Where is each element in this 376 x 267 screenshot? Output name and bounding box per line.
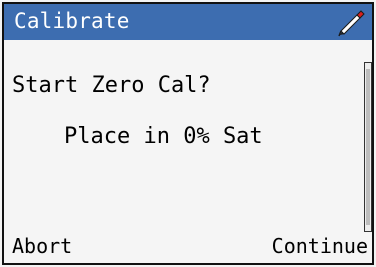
window-title: Calibrate bbox=[14, 9, 130, 33]
scrollbar-thumb[interactable] bbox=[366, 69, 370, 225]
pencil-icon[interactable] bbox=[336, 7, 366, 37]
scrollbar[interactable] bbox=[364, 62, 372, 232]
calibrate-window: Calibrate Start Zero Cal? Place in 0% Sa… bbox=[2, 2, 374, 265]
cal-instruction-text: Place in 0% Sat bbox=[64, 124, 263, 149]
abort-softkey[interactable]: Abort bbox=[12, 234, 72, 258]
cal-prompt-text: Start Zero Cal? bbox=[12, 73, 211, 98]
device-screen: Calibrate Start Zero Cal? Place in 0% Sa… bbox=[0, 0, 376, 267]
title-bar: Calibrate bbox=[4, 4, 372, 40]
continue-softkey[interactable]: Continue bbox=[272, 234, 368, 258]
dialog-content: Start Zero Cal? Place in 0% Sat Abort Co… bbox=[4, 40, 372, 263]
